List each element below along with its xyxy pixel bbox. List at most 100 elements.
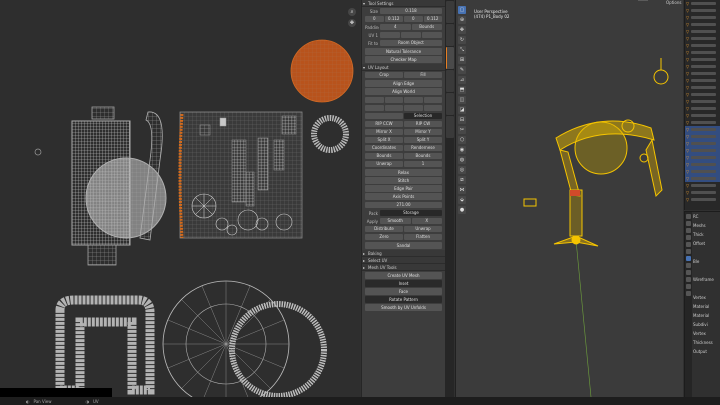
sphere-tool-icon[interactable]: ● [458, 206, 466, 214]
outliner-row[interactable]: ▽ [685, 168, 720, 175]
panel-field[interactable]: Coordinates [365, 145, 403, 151]
outliner-row[interactable]: ▽ [685, 98, 720, 105]
panel-field[interactable]: Mirror X [365, 129, 403, 135]
panel-field[interactable]: Distribute [365, 226, 403, 232]
edit-tool-icon[interactable]: ⬙ [458, 196, 466, 204]
panel-field[interactable] [423, 97, 442, 103]
panel-field[interactable]: RIP CW [404, 121, 442, 127]
viewport-scene[interactable] [456, 0, 683, 397]
panel-button[interactable]: Axis Points [365, 193, 442, 200]
panel-button[interactable]: Rotate Pattern [365, 296, 442, 303]
panel-field[interactable]: Fill [404, 72, 442, 78]
tool-props-icon[interactable] [686, 214, 691, 219]
outliner-row[interactable]: ▽ [685, 63, 720, 70]
tab-misc[interactable] [446, 93, 454, 115]
outliner[interactable]: ▽ ▽ ▽ ▽ ▽ ▽ ▽ ▽ ▽ ▽ ▽ ▽ ▽ ▽ ▽ ▽ ▽ ▽ ▽ ▽ ▽ ▽ ▽ ▽ ▽ ▽ ▽ ▽ ▽ [684, 0, 720, 210]
outliner-row[interactable]: ▽ [685, 182, 720, 189]
outliner-row[interactable]: ▽ [685, 84, 720, 91]
loopcut-tool-icon[interactable]: ⊟ [458, 116, 466, 124]
panel-field[interactable]: Unwrap [365, 161, 403, 167]
tab-item[interactable] [446, 1, 454, 23]
outliner-row[interactable]: ▽ [685, 56, 720, 63]
tab-view[interactable] [446, 70, 454, 92]
outliner-row[interactable]: ▽ [685, 14, 720, 21]
physics-props-icon[interactable] [686, 270, 691, 275]
properties-editor[interactable]: RC Meshs Thick Offset Ble Wireframe Vertex Mate… [684, 211, 720, 397]
3d-viewport[interactable]: ▢ ⊕ ✥ ↻ ⤡ ⊞ ✎ ⊿ ⬒ ◫ ◪ ⊟ ✂ ⬡ ◉ ◍ ◎ ⧄ ⋈ ⬙ … [455, 0, 683, 397]
panel-field[interactable]: 4 [380, 24, 411, 30]
panel-field[interactable]: Room Object [380, 40, 442, 46]
panel-field[interactable] [404, 97, 423, 103]
outliner-row[interactable]: ▽ [685, 28, 720, 35]
panel-button[interactable]: Edge Pair [365, 185, 442, 192]
data-props-icon[interactable] [686, 284, 691, 289]
panel-field[interactable] [365, 105, 384, 111]
panel-field[interactable]: Flatten [404, 234, 442, 240]
panel-field[interactable]: Zero [365, 234, 403, 240]
outliner-row[interactable]: ▽ [685, 189, 720, 196]
panel-field[interactable] [422, 32, 442, 38]
inset-tool-icon[interactable]: ◫ [458, 96, 466, 104]
polybuild-tool-icon[interactable]: ⬡ [458, 136, 466, 144]
panel-field[interactable] [365, 97, 384, 103]
scene-props-icon[interactable] [686, 235, 691, 240]
panel-field[interactable]: Smooth [380, 218, 411, 224]
render-props-icon[interactable] [686, 221, 691, 226]
panel-field[interactable]: 0.118 [380, 8, 442, 14]
panel-field[interactable]: 1 [404, 161, 442, 167]
object-props-icon[interactable] [686, 249, 691, 254]
uv-island-canvas[interactable] [0, 0, 360, 397]
panel-button[interactable]: Face [365, 288, 442, 295]
outliner-row[interactable]: ▽ [685, 140, 720, 147]
outliner-row[interactable]: ▽ [685, 161, 720, 168]
panel-field[interactable]: Mirror Y [404, 129, 442, 135]
panel-button[interactable]: Relax [365, 169, 442, 176]
knife-tool-icon[interactable]: ✂ [458, 126, 466, 134]
shear-tool-icon[interactable]: ⧄ [458, 176, 466, 184]
panel-header-tool-settings[interactable]: Tool Settings [362, 0, 445, 7]
panel-header[interactable]: UV Layout [362, 64, 445, 71]
outliner-row[interactable]: ▽ [685, 126, 720, 133]
uv-nav-gizmo[interactable]: ⌕ ✥ [348, 8, 358, 30]
properties-tabs[interactable] [685, 212, 692, 397]
outliner-row[interactable]: ▽ [685, 7, 720, 14]
panel-header[interactable]: Baking [362, 250, 445, 257]
zoom-icon[interactable]: ⌕ [348, 8, 356, 16]
shrink-tool-icon[interactable]: ◎ [458, 166, 466, 174]
panel-button[interactable]: Inset [365, 280, 442, 287]
panel-field[interactable]: Bounds [365, 153, 403, 159]
scale-tool-icon[interactable]: ⤡ [458, 46, 466, 54]
extrude-tool-icon[interactable]: ⬒ [458, 86, 466, 94]
output-props-icon[interactable] [686, 228, 691, 233]
spin-tool-icon[interactable]: ◉ [458, 146, 466, 154]
outliner-row[interactable]: ▽ [685, 49, 720, 56]
panel-field[interactable] [380, 32, 400, 38]
select-tool-icon[interactable]: ▢ [458, 6, 466, 14]
panel-field[interactable]: 0 [365, 16, 384, 22]
constraints-props-icon[interactable] [686, 277, 691, 282]
panel-field[interactable]: Split X [365, 137, 403, 143]
panel-button[interactable]: Align Edge [365, 80, 442, 87]
uv-editor[interactable]: ⌕ ✥ [0, 0, 360, 397]
panel-field[interactable] [404, 105, 423, 111]
panel-header[interactable]: Mesh UV Tools [362, 264, 445, 271]
cursor-tool-icon[interactable]: ⊕ [458, 16, 466, 24]
panel-field[interactable]: 0.112 [384, 16, 403, 22]
outliner-row[interactable]: ▽ [685, 112, 720, 119]
panel-button[interactable]: Align World [365, 88, 442, 95]
panel-button[interactable]: Create UV Mesh [365, 272, 442, 279]
panel-field[interactable]: Split Y [404, 137, 442, 143]
outliner-row[interactable]: ▽ [685, 154, 720, 161]
modifier-props-icon[interactable] [686, 256, 691, 261]
outliner-row[interactable]: ▽ [685, 21, 720, 28]
pan-icon[interactable]: ✥ [348, 19, 356, 27]
outliner-row[interactable]: ▽ [685, 196, 720, 203]
smooth-tool-icon[interactable]: ◍ [458, 156, 466, 164]
panel-field[interactable]: Selection [404, 113, 442, 119]
annotate-tool-icon[interactable]: ✎ [458, 66, 466, 74]
panel-field[interactable]: Rendernese [404, 145, 442, 151]
outliner-row[interactable]: ▽ [685, 0, 720, 7]
outliner-row[interactable]: ▽ [685, 133, 720, 140]
panel-field[interactable] [365, 113, 403, 119]
panel-button[interactable]: Smooth by UV Unfolds [365, 304, 442, 311]
